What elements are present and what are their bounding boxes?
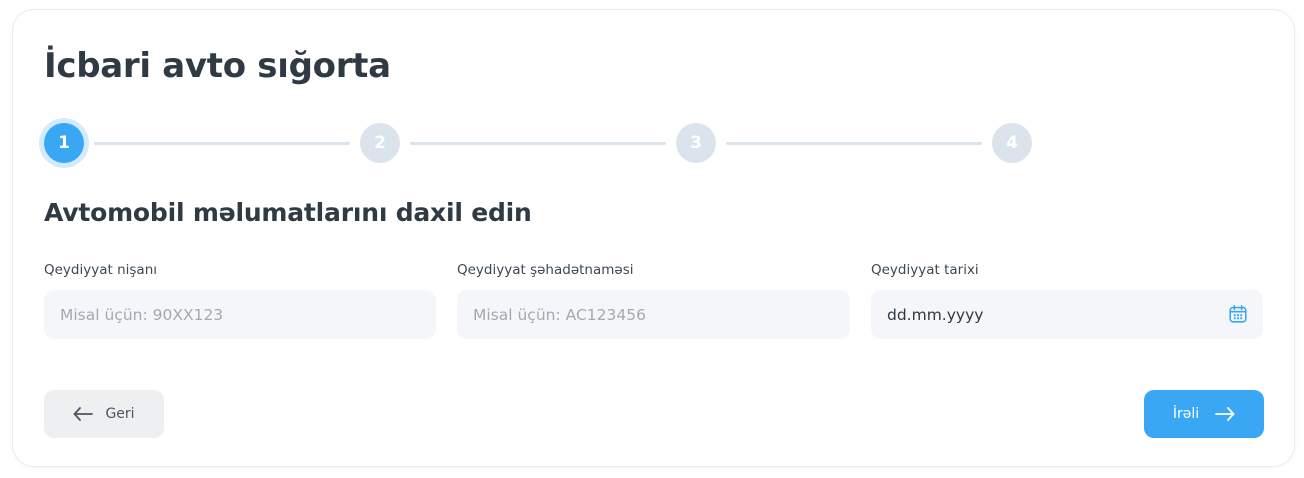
back-button-label: Geri	[105, 406, 135, 422]
next-button[interactable]: İrəli	[1144, 390, 1264, 438]
step-2[interactable]: 2	[360, 123, 400, 163]
insurance-card: İcbari avto sığorta 1 2 3 4 Avtomobil mə…	[12, 9, 1295, 467]
step-connector-1-2	[94, 142, 350, 145]
plate-placeholder: Misal üçün: 90XX123	[60, 305, 224, 324]
arrow-right-icon	[1215, 407, 1235, 421]
step-connector-3-4	[726, 142, 982, 145]
certificate-label: Qeydiyyat şəhadətnaməsi	[457, 262, 634, 278]
step-connector-2-3	[410, 142, 666, 145]
date-label: Qeydiyyat tarixi	[871, 262, 979, 278]
date-input[interactable]: dd.mm.yyyy	[871, 290, 1263, 339]
step-1[interactable]: 1	[44, 123, 84, 163]
section-title: Avtomobil məlumatlarını daxil edin	[44, 198, 532, 227]
calendar-icon[interactable]	[1227, 303, 1249, 325]
back-button[interactable]: Geri	[44, 390, 164, 438]
date-value: dd.mm.yyyy	[887, 305, 984, 324]
certificate-input[interactable]: Misal üçün: AC123456	[457, 290, 850, 339]
next-button-label: İrəli	[1172, 406, 1200, 422]
plate-label: Qeydiyyat nişanı	[44, 262, 157, 278]
stepper: 1 2 3 4	[44, 123, 1034, 163]
page-title: İcbari avto sığorta	[44, 46, 391, 86]
step-4[interactable]: 4	[992, 123, 1032, 163]
certificate-placeholder: Misal üçün: AC123456	[473, 305, 646, 324]
arrow-left-icon	[74, 407, 94, 421]
plate-input[interactable]: Misal üçün: 90XX123	[44, 290, 436, 339]
step-3[interactable]: 3	[676, 123, 716, 163]
